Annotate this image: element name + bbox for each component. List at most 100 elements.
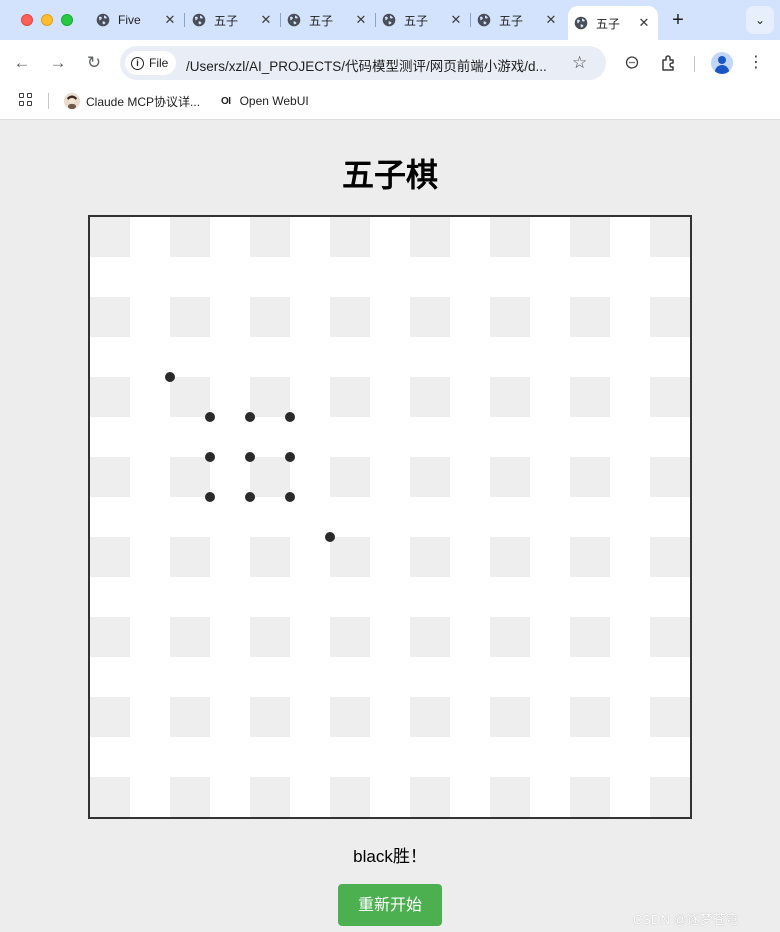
globe-icon — [96, 13, 110, 27]
board-cell[interactable] — [330, 777, 370, 817]
board-cell[interactable] — [410, 777, 450, 817]
board-cell[interactable] — [650, 537, 690, 577]
board-cell[interactable] — [170, 457, 210, 497]
tab-label: 五子 — [596, 16, 621, 31]
board-cell[interactable] — [570, 617, 610, 657]
board-cell[interactable] — [490, 297, 530, 337]
close-tab-icon[interactable]: ✕ — [448, 12, 464, 28]
board-cell[interactable] — [250, 217, 290, 257]
board-cell[interactable] — [330, 377, 370, 417]
board-cell[interactable] — [410, 377, 450, 417]
board-cell[interactable] — [90, 377, 130, 417]
extensions-icon[interactable] — [658, 52, 680, 74]
board-cell[interactable] — [170, 217, 210, 257]
browser-tab[interactable]: 五子 ✕ — [471, 6, 565, 34]
board-cell[interactable] — [330, 537, 370, 577]
board-cell[interactable] — [250, 377, 290, 417]
board-cell[interactable] — [90, 217, 130, 257]
maximize-window-button[interactable] — [61, 14, 73, 26]
board-cell[interactable] — [250, 777, 290, 817]
bookmark-star-icon[interactable]: ☆ — [572, 53, 587, 73]
board-cell[interactable] — [330, 697, 370, 737]
bookmark-open-webui[interactable]: OI Open WebUI — [221, 92, 309, 110]
close-window-button[interactable] — [21, 14, 33, 26]
url-text[interactable]: /Users/xzl/AI_PROJECTS/代码模型测评/网页前端小游戏/d.… — [186, 55, 564, 75]
board-cell[interactable] — [650, 217, 690, 257]
close-tab-icon[interactable]: ✕ — [258, 12, 274, 28]
board-cell[interactable] — [570, 297, 610, 337]
board-cell[interactable] — [490, 457, 530, 497]
board-cell[interactable] — [250, 457, 290, 497]
close-tab-icon[interactable]: ✕ — [543, 12, 559, 28]
browser-tab[interactable]: 五子 ✕ — [281, 6, 375, 34]
gomoku-board[interactable] — [88, 215, 692, 819]
board-cell[interactable] — [570, 377, 610, 417]
board-cell[interactable] — [90, 777, 130, 817]
board-cell[interactable] — [330, 217, 370, 257]
board-cell[interactable] — [90, 457, 130, 497]
new-tab-button[interactable]: + — [668, 10, 688, 30]
close-tab-icon[interactable]: ✕ — [353, 12, 369, 28]
board-cell[interactable] — [170, 617, 210, 657]
browser-tab[interactable]: Five ✕ — [90, 6, 184, 34]
board-cell[interactable] — [650, 617, 690, 657]
chat-icon[interactable] — [621, 52, 643, 74]
close-tab-icon[interactable]: ✕ — [636, 15, 652, 31]
board-cell[interactable] — [250, 537, 290, 577]
board-cell[interactable] — [490, 377, 530, 417]
more-menu-icon[interactable]: ⋮ — [748, 52, 764, 74]
board-cell[interactable] — [90, 537, 130, 577]
bookmark-claude-mcp[interactable]: Claude MCP协议详... — [64, 92, 200, 110]
board-cell[interactable] — [410, 617, 450, 657]
board-cell[interactable] — [90, 617, 130, 657]
close-tab-icon[interactable]: ✕ — [162, 12, 178, 28]
tab-label: 五子 — [309, 13, 334, 28]
board-cell[interactable] — [410, 457, 450, 497]
board-cell[interactable] — [650, 297, 690, 337]
board-cell[interactable] — [570, 777, 610, 817]
board-cell[interactable] — [490, 537, 530, 577]
browser-tab[interactable]: 五子 ✕ — [376, 6, 470, 34]
board-cell[interactable] — [410, 697, 450, 737]
apps-grid-icon[interactable] — [19, 93, 33, 107]
address-bar[interactable]: i File /Users/xzl/AI_PROJECTS/代码模型测评/网页前… — [120, 46, 606, 80]
board-cell[interactable] — [650, 777, 690, 817]
board-cell[interactable] — [170, 777, 210, 817]
board-cell[interactable] — [170, 377, 210, 417]
back-icon[interactable]: ← — [11, 52, 33, 74]
tab-search-button[interactable]: ⌄ — [746, 6, 774, 34]
board-cell[interactable] — [490, 697, 530, 737]
board-cell[interactable] — [410, 537, 450, 577]
board-cell[interactable] — [410, 217, 450, 257]
board-cell[interactable] — [250, 297, 290, 337]
board-cell[interactable] — [330, 617, 370, 657]
board-cell[interactable] — [650, 457, 690, 497]
board-cell[interactable] — [170, 697, 210, 737]
board-cell[interactable] — [570, 217, 610, 257]
board-cell[interactable] — [570, 697, 610, 737]
board-cell[interactable] — [650, 697, 690, 737]
minimize-window-button[interactable] — [41, 14, 53, 26]
board-cell[interactable] — [490, 217, 530, 257]
site-info-chip[interactable]: i File — [125, 51, 177, 75]
board-cell[interactable] — [330, 297, 370, 337]
board-cell[interactable] — [330, 457, 370, 497]
board-cell[interactable] — [90, 297, 130, 337]
board-cell[interactable] — [170, 537, 210, 577]
board-cell[interactable] — [250, 697, 290, 737]
board-cell[interactable] — [410, 297, 450, 337]
board-cell[interactable] — [170, 297, 210, 337]
restart-button[interactable]: 重新开始 — [338, 884, 442, 926]
browser-tab[interactable]: 五子 ✕ — [186, 6, 280, 34]
forward-icon[interactable]: → — [47, 52, 69, 74]
browser-tab[interactable]: 五子 ✕ — [568, 6, 658, 40]
board-cell[interactable] — [490, 617, 530, 657]
board-cell[interactable] — [570, 457, 610, 497]
board-cell[interactable] — [650, 377, 690, 417]
reload-icon[interactable]: ↻ — [83, 52, 105, 74]
profile-avatar-icon[interactable] — [711, 52, 733, 74]
board-cell[interactable] — [250, 617, 290, 657]
board-cell[interactable] — [90, 697, 130, 737]
board-cell[interactable] — [490, 777, 530, 817]
board-cell[interactable] — [570, 537, 610, 577]
